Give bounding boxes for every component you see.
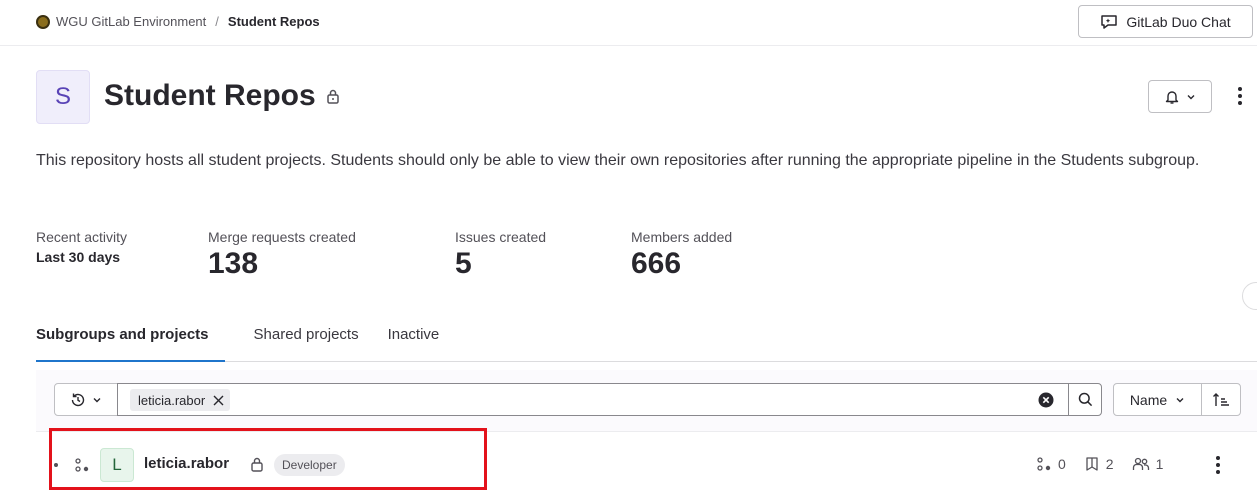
stat-value: 5	[455, 247, 472, 280]
project-avatar[interactable]: L	[100, 448, 134, 482]
subgroup-icon	[1037, 457, 1051, 471]
role-badge: Developer	[274, 454, 345, 476]
org-avatar-icon	[36, 14, 50, 29]
remove-token-button[interactable]	[213, 395, 224, 406]
group-avatar-letter: S	[54, 83, 71, 110]
group-description: This repository hosts all student projec…	[36, 152, 1200, 169]
chevron-down-icon	[1176, 397, 1184, 402]
table-row: L leticia.rabor Developer 0 2 1	[36, 438, 1257, 493]
projects-count: 2	[1084, 456, 1114, 472]
filter-token-label: leticia.rabor	[138, 392, 206, 408]
breadcrumb-separator: /	[215, 14, 219, 29]
stat-issues: Issues created 5	[455, 229, 546, 279]
lock-icon	[251, 457, 263, 472]
chevron-down-icon	[93, 397, 101, 402]
history-icon	[71, 393, 85, 406]
duo-chat-button[interactable]: GitLab Duo Chat	[1078, 5, 1253, 38]
clear-icon	[1038, 392, 1054, 408]
tab-subgroups-and-projects[interactable]: Subgroups and projects	[36, 320, 225, 362]
filtered-search-box[interactable]: leticia.rabor	[117, 383, 1069, 416]
stat-label: Merge requests created	[208, 229, 356, 245]
group-actions-kebab-button[interactable]	[1228, 84, 1252, 108]
project-stats: 0 2 1	[1036, 456, 1181, 472]
stat-merge-requests: Merge requests created 138	[208, 229, 356, 279]
top-bar: WGU GitLab Environment / Student Repos G…	[0, 0, 1257, 46]
recent-activity-period: Last 30 days	[36, 249, 121, 265]
lock-icon	[326, 89, 339, 104]
stat-label: Members added	[631, 229, 733, 245]
stat-label: Issues created	[455, 229, 547, 245]
duo-chat-icon	[1101, 14, 1118, 29]
subgroups-count-value: 0	[1058, 456, 1066, 472]
sort-ascending-icon	[1213, 392, 1229, 406]
recent-activity-label: Recent activity	[36, 229, 128, 245]
projects-count-value: 2	[1105, 456, 1114, 472]
clear-search-button[interactable]	[1038, 392, 1054, 408]
bookmark-icon	[1086, 457, 1098, 471]
bell-icon	[1165, 90, 1179, 104]
members-count-value: 1	[1155, 456, 1164, 472]
subgroup-icon	[75, 458, 89, 472]
project-avatar-letter: L	[112, 455, 122, 474]
breadcrumb: WGU GitLab Environment / Student Repos	[36, 14, 320, 29]
close-icon	[213, 395, 224, 405]
project-name-link[interactable]: leticia.rabor	[144, 455, 229, 472]
expand-toggle-icon[interactable]	[54, 463, 58, 467]
stat-value: 138	[208, 247, 259, 280]
stat-members: Members added 666	[631, 229, 732, 279]
tab-inactive[interactable]: Inactive	[388, 320, 440, 362]
group-tabs: Subgroups and projects Shared projects I…	[36, 320, 1257, 362]
breadcrumb-org-link[interactable]: WGU GitLab Environment	[56, 14, 206, 29]
breadcrumb-current[interactable]: Student Repos	[228, 14, 320, 29]
tab-shared-projects[interactable]: Shared projects	[254, 320, 359, 362]
recent-activity: Recent activity Last 30 days	[36, 229, 127, 265]
chevron-down-icon	[1187, 94, 1195, 99]
sort-field-dropdown[interactable]: Name	[1113, 383, 1202, 416]
search-icon	[1078, 392, 1092, 407]
kebab-icon	[1216, 456, 1220, 474]
sidebar-toggle-edge[interactable]	[1242, 282, 1257, 310]
sort-field-label: Name	[1129, 391, 1168, 408]
project-actions-kebab-button[interactable]	[1206, 453, 1230, 477]
sort-direction-button[interactable]	[1201, 383, 1241, 416]
notification-settings-button[interactable]	[1148, 80, 1212, 113]
group-avatar: S	[36, 70, 90, 124]
stat-value: 666	[631, 247, 682, 280]
filter-token[interactable]: leticia.rabor	[130, 389, 231, 411]
title-row: Student Repos	[104, 79, 340, 113]
search-submit-button[interactable]	[1068, 383, 1102, 416]
members-count: 1	[1132, 456, 1164, 472]
page-title: Student Repos	[104, 79, 316, 112]
search-input[interactable]	[258, 388, 1018, 412]
kebab-icon	[1238, 87, 1242, 105]
users-icon	[1132, 457, 1149, 470]
subgroups-count: 0	[1036, 456, 1066, 472]
recent-searches-button[interactable]	[54, 383, 118, 416]
duo-chat-label: GitLab Duo Chat	[1126, 13, 1231, 30]
